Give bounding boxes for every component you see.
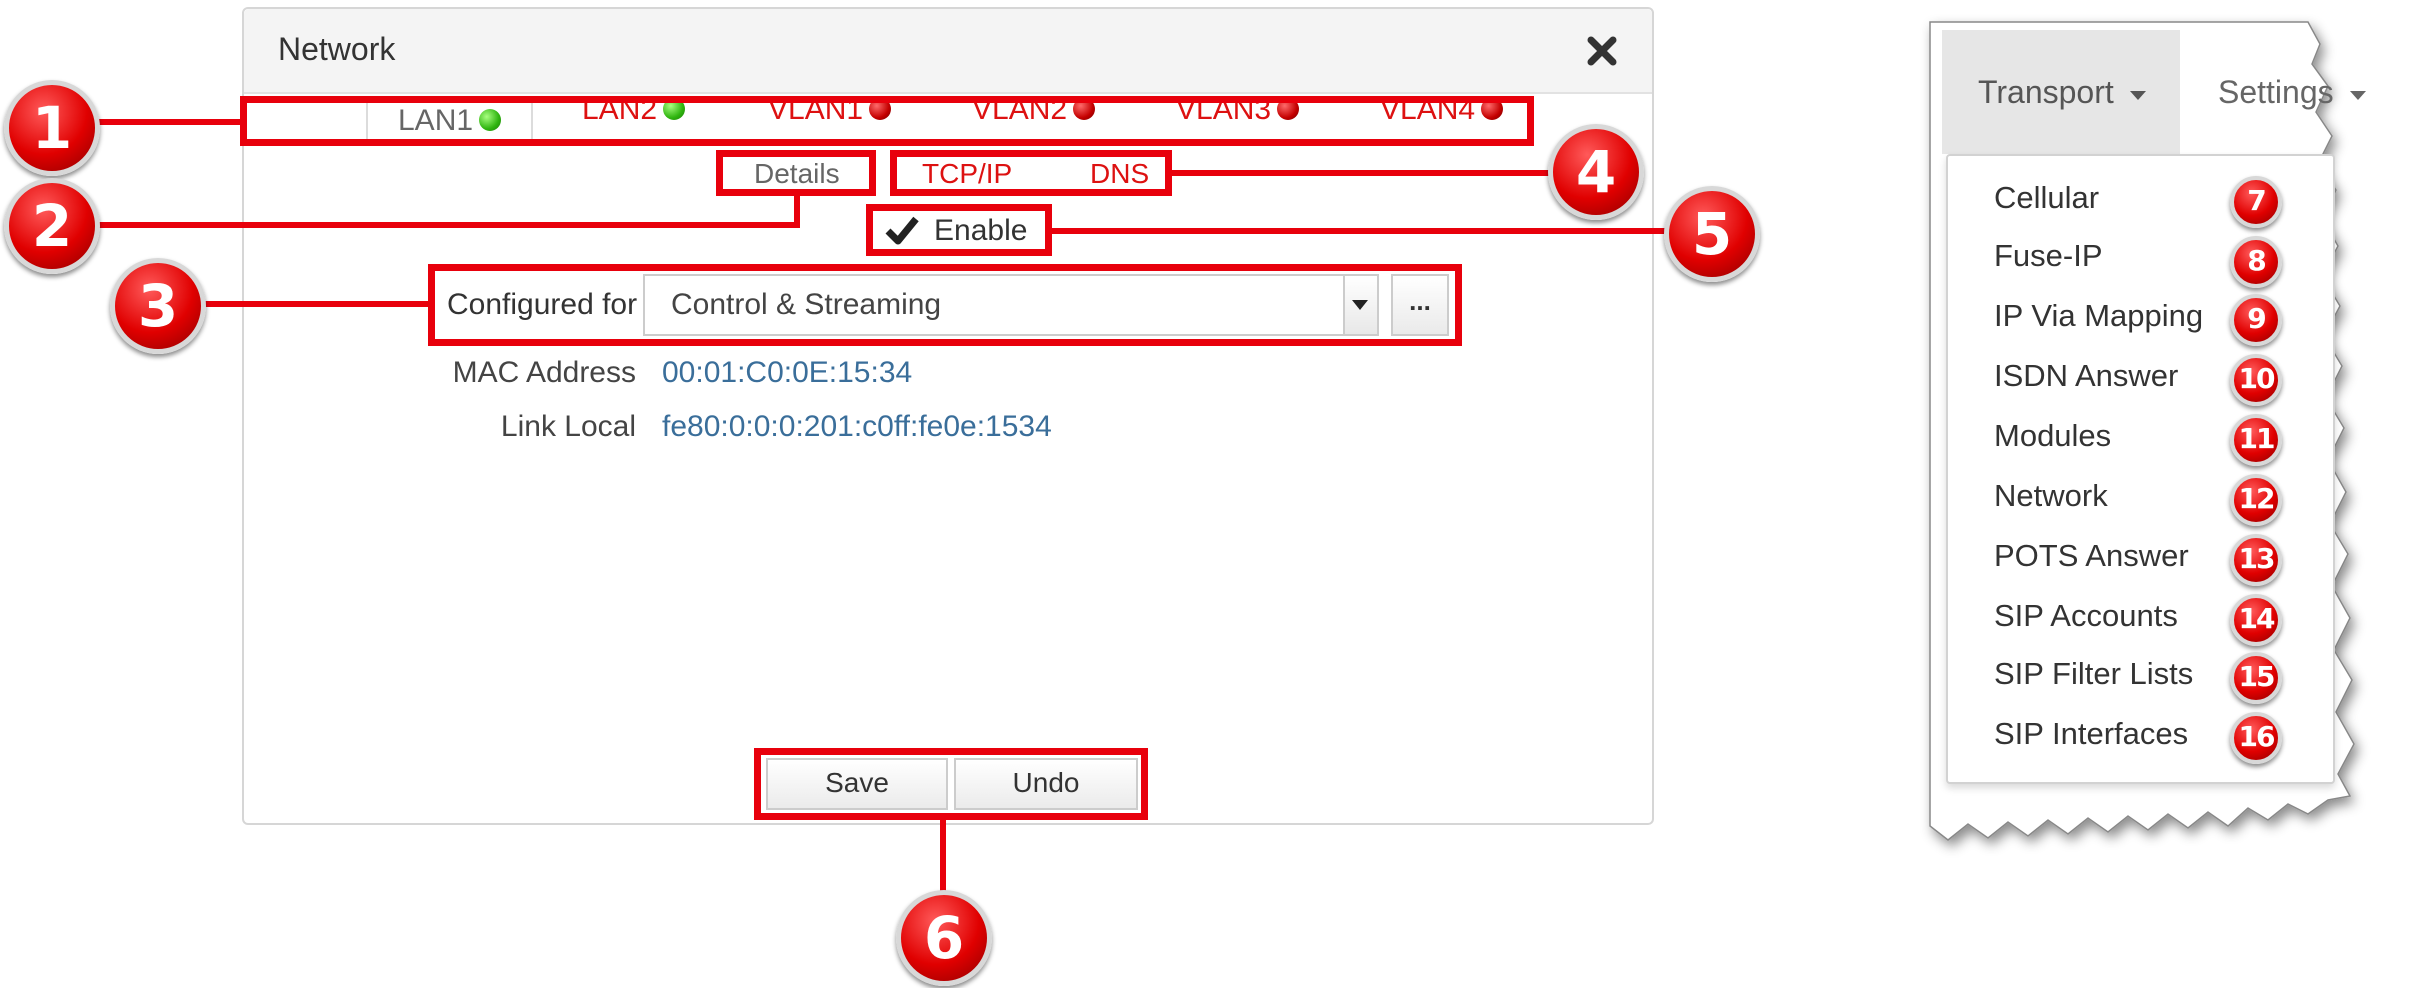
link-local-value: fe80:0:0:0:201:c0ff:fe0e:1534: [662, 410, 1052, 443]
menu-item-sip-interfaces[interactable]: SIP Interfaces: [1994, 716, 2188, 752]
close-icon[interactable]: [1584, 33, 1620, 69]
callout-badge-5: 5: [1664, 186, 1760, 282]
callout-box-enable: [866, 204, 1052, 256]
callout-line: [90, 119, 242, 125]
mac-address-value: 00:01:C0:0E:15:34: [662, 356, 913, 389]
menu-item-cellular[interactable]: Cellular: [1994, 180, 2099, 216]
callout-badge-16: 16: [2230, 712, 2282, 764]
callout-badge-1: 1: [4, 80, 100, 176]
dialog-title: Network: [278, 31, 396, 67]
callout-badge-3: 3: [110, 258, 206, 354]
callout-line: [190, 301, 430, 307]
menu-item-sip-accounts[interactable]: SIP Accounts: [1994, 598, 2178, 634]
callout-badge-7: 7: [2230, 176, 2282, 228]
callout-badge-11: 11: [2230, 414, 2282, 466]
callout-badge-6: 6: [896, 890, 992, 986]
menu-item-isdn-answer[interactable]: ISDN Answer: [1994, 358, 2178, 394]
callout-box-save-undo: [754, 748, 1148, 820]
callout-badge-14: 14: [2230, 594, 2282, 646]
menu-item-pots-answer[interactable]: POTS Answer: [1994, 538, 2189, 574]
callout-badge-2: 2: [4, 178, 100, 274]
callout-line: [794, 194, 800, 228]
caret-down-icon: [2129, 90, 2146, 100]
callout-line: [1170, 170, 1560, 176]
callout-badge-8: 8: [2230, 236, 2282, 288]
settings-label: Settings: [2218, 74, 2334, 110]
callout-box-tabs: [240, 96, 1534, 146]
callout-box-tcpip-dns: [890, 150, 1172, 196]
dialog-header: Network: [244, 9, 1652, 94]
callout-box-details: [716, 150, 876, 196]
menu-item-sip-filter-lists[interactable]: SIP Filter Lists: [1994, 656, 2193, 692]
link-local-label: Link Local: [500, 410, 636, 443]
menu-item-modules[interactable]: Modules: [1994, 418, 2111, 454]
callout-badge-10: 10: [2230, 354, 2282, 406]
callout-badge-15: 15: [2230, 652, 2282, 704]
menu-tab-settings[interactable]: Settings: [2218, 74, 2369, 111]
callout-line: [940, 818, 946, 898]
callout-badge-4: 4: [1548, 124, 1644, 220]
callout-badge-9: 9: [2230, 294, 2282, 346]
menu-item-ip-via-mapping[interactable]: IP Via Mapping: [1994, 298, 2203, 334]
menu-item-network[interactable]: Network: [1994, 478, 2108, 514]
callout-line: [90, 222, 800, 228]
mac-address-label: MAC Address: [452, 356, 636, 389]
transport-label: Transport: [1978, 74, 2114, 110]
callout-line: [1050, 228, 1676, 234]
callout-badge-13: 13: [2230, 534, 2282, 586]
callout-badge-12: 12: [2230, 474, 2282, 526]
menu-item-fuse-ip[interactable]: Fuse-IP: [1994, 238, 2103, 274]
callout-box-configured-for: [428, 264, 1462, 346]
menu-tab-transport-label: Transport: [1978, 74, 2149, 111]
caret-down-icon: [2349, 90, 2366, 100]
